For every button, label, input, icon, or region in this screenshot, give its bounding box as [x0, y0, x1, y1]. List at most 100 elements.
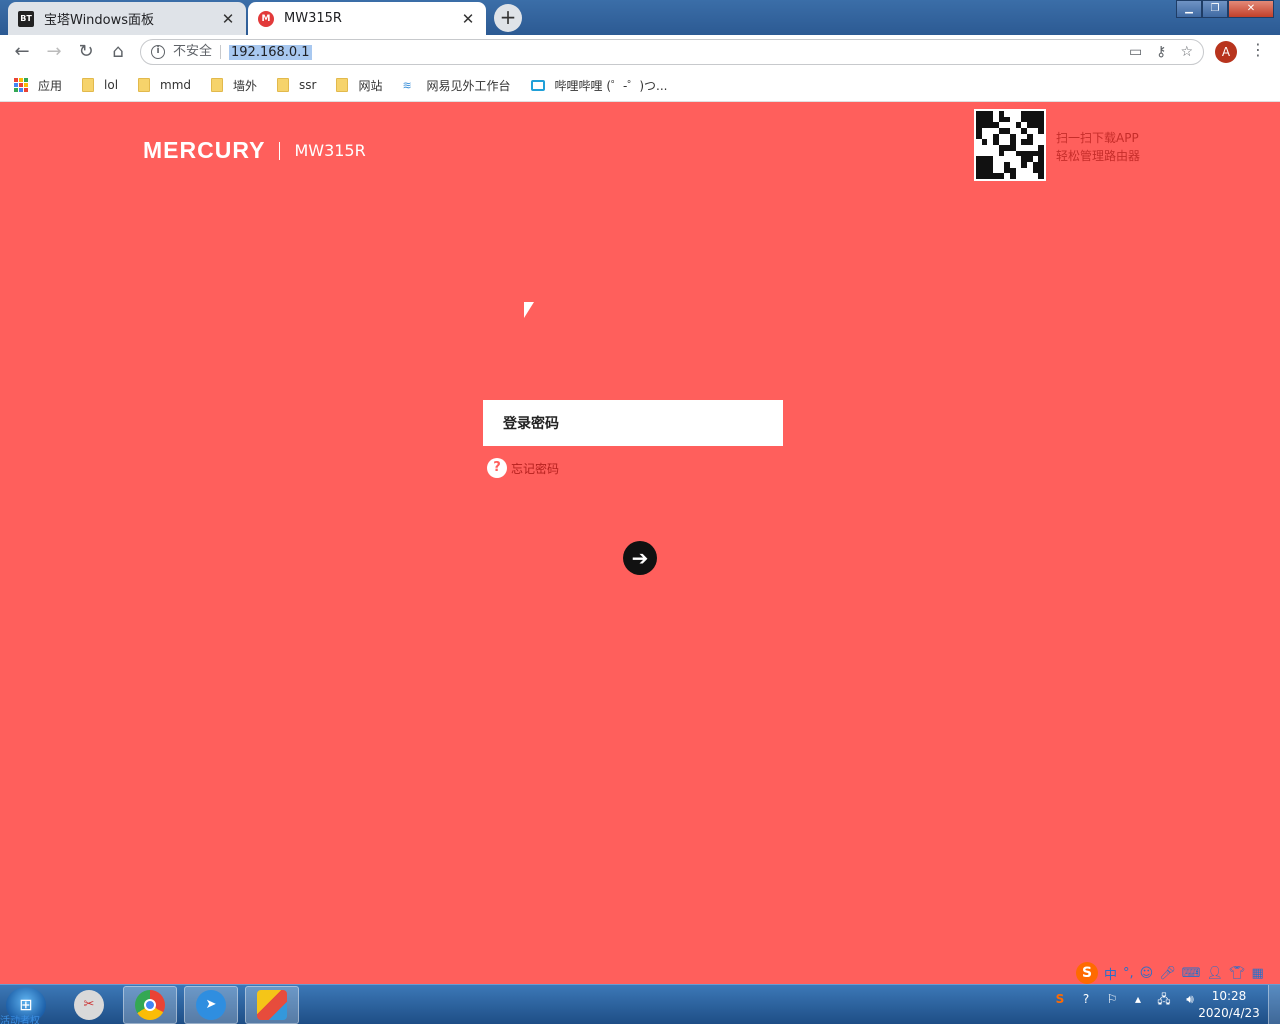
mercury-logo: MERCURY MW315R	[143, 137, 366, 164]
show-desktop-button[interactable]	[1268, 985, 1280, 1024]
bird-icon: ≋	[402, 78, 412, 92]
info-icon[interactable]: i	[151, 45, 165, 59]
chrome-icon	[135, 990, 165, 1020]
plus-icon: +	[499, 5, 517, 29]
cast-icon[interactable]: ▭	[1129, 44, 1142, 60]
user-icon[interactable]: 👤︎	[1207, 966, 1224, 981]
folder-icon	[138, 78, 151, 92]
browser-titlebar: BT 宝塔Windows面板 ✕ M MW315R ✕ + ▁ ❐ ✕	[0, 0, 1280, 35]
browser-toolbar: ← → ↻ ⌂ i 不安全 192.168.0.1 ▭ ⚷ ☆ A ⋮	[0, 35, 1280, 69]
keyboard-icon[interactable]: ⌨	[1182, 966, 1201, 981]
bookmark-label: 网站	[358, 78, 383, 93]
network-icon[interactable]: 🖧︎	[1156, 991, 1172, 1007]
tab-bt-panel[interactable]: BT 宝塔Windows面板 ✕	[8, 2, 246, 35]
bookmark-label: mmd	[160, 78, 192, 92]
tab-title: MW315R	[284, 11, 342, 26]
bt-favicon-icon: BT	[18, 10, 34, 27]
brand-name: MERCURY	[143, 137, 266, 163]
password-placeholder: 登录密码	[503, 416, 559, 432]
arrow-right-icon: ➔	[631, 546, 649, 570]
microphone-icon[interactable]: 🎤︎	[1159, 966, 1176, 981]
bookmark-label: ssr	[299, 78, 317, 92]
bookmark-label: lol	[104, 78, 119, 92]
folder-icon	[82, 78, 95, 92]
ime-toolbar: S 中 °, ☺ 🎤︎ ⌨ 👤︎ 👕︎ ▦	[1076, 962, 1264, 984]
sogou-ime-icon[interactable]: S	[1076, 962, 1098, 984]
taskbar-app-cube[interactable]	[245, 986, 299, 1024]
taskbar-app-feiyu[interactable]: ➤	[184, 986, 238, 1024]
login-button[interactable]: ➔	[623, 541, 657, 575]
folder-icon	[277, 78, 290, 92]
minimize-button[interactable]: ▁	[1176, 0, 1202, 18]
star-icon[interactable]: ☆	[1180, 44, 1193, 60]
qr-caption-line2: 轻松管理路由器	[1056, 149, 1141, 163]
security-label[interactable]: 不安全	[173, 45, 222, 59]
bookmarks-bar: 应用 lol mmd 墙外 ssr 网站 ≋ 网易见外工作台 哔哩哔哩 (゜-゜…	[0, 69, 1280, 102]
taskbar-app-sogou[interactable]: ✂	[62, 986, 116, 1024]
bookmark-bilibili[interactable]: 哔哩哔哩 (゜-゜)つ...	[530, 77, 668, 94]
question-icon: ?	[487, 458, 507, 478]
bookmark-lol[interactable]: lol	[82, 78, 118, 92]
new-tab-button[interactable]: +	[494, 4, 522, 32]
clock-date: 2020/4/23	[1198, 1006, 1260, 1020]
url-text[interactable]: 192.168.0.1	[229, 44, 312, 60]
forgot-password-label: 忘记密码	[511, 461, 560, 476]
restore-button[interactable]: ❐	[1202, 0, 1228, 18]
key-icon[interactable]: ⚷	[1156, 44, 1166, 60]
start-watermark: 活动者权	[0, 1016, 40, 1024]
profile-avatar[interactable]: A	[1215, 41, 1237, 63]
bookmark-label: 墙外	[233, 78, 258, 93]
ime-punct-toggle[interactable]: °,	[1123, 966, 1134, 981]
router-login-page: MERCURY MW315R 扫一扫下载APP 轻松管理路由器 登录密码 ? 忘…	[0, 103, 1280, 984]
window-close-button[interactable]: ✕	[1228, 0, 1274, 18]
qr-code-icon	[974, 109, 1046, 181]
bookmark-label: 应用	[38, 78, 63, 93]
skin-icon[interactable]: 👕︎	[1229, 966, 1246, 981]
tray-flag-icon[interactable]: ⚐	[1104, 991, 1120, 1007]
grid-icon[interactable]: ▦	[1252, 966, 1264, 981]
bilibili-tv-icon	[530, 79, 545, 91]
home-icon[interactable]: ⌂	[106, 40, 130, 64]
password-field[interactable]: 登录密码	[483, 400, 783, 446]
mouse-cursor-icon	[524, 302, 534, 318]
bookmark-qiangwai[interactable]: 墙外	[211, 77, 257, 94]
bookmark-label: 网易见外工作台	[426, 78, 511, 93]
close-icon[interactable]: ✕	[460, 10, 476, 28]
reload-icon[interactable]: ↻	[74, 40, 98, 64]
apps-grid-icon	[14, 78, 28, 92]
tab-mw315r[interactable]: M MW315R ✕	[248, 2, 486, 35]
qr-module	[1038, 173, 1044, 179]
bookmark-wangzhan[interactable]: 网站	[336, 77, 383, 94]
qr-caption-line1: 扫一扫下载APP	[1056, 131, 1139, 145]
sogou-tray-icon[interactable]: S	[1052, 991, 1068, 1007]
mercury-favicon-icon: M	[258, 10, 274, 27]
bookmark-netease[interactable]: ≋ 网易见外工作台	[403, 77, 511, 94]
qr-caption: 扫一扫下载APP 轻松管理路由器	[1056, 129, 1140, 165]
tab-title: 宝塔Windows面板	[44, 13, 155, 28]
menu-icon[interactable]: ⋮	[1250, 40, 1266, 59]
forward-icon[interactable]: →	[42, 40, 66, 64]
close-icon[interactable]: ✕	[220, 10, 236, 28]
ime-mode-toggle[interactable]: 中	[1104, 964, 1117, 983]
folder-icon	[336, 78, 349, 92]
chevron-up-icon[interactable]: ▴	[1130, 991, 1146, 1007]
windows-taskbar: ⊞ 活动者权 ✂ ➤ S ? ⚐ ▴ 🖧︎ 🔊︎ 10:28 2020/4/23	[0, 984, 1280, 1024]
bookmark-ssr[interactable]: ssr	[277, 78, 316, 92]
feiyu-icon: ➤	[196, 990, 226, 1020]
back-icon[interactable]: ←	[10, 40, 34, 64]
sogou-app-icon: ✂	[74, 990, 104, 1020]
help-icon[interactable]: ?	[1078, 991, 1094, 1007]
window-controls: ▁ ❐ ✕	[1176, 0, 1274, 18]
address-bar[interactable]: i 不安全 192.168.0.1 ▭ ⚷ ☆	[140, 39, 1204, 65]
taskbar-clock[interactable]: 10:28 2020/4/23	[1194, 988, 1264, 1022]
cube-app-icon	[257, 990, 287, 1020]
bookmark-mmd[interactable]: mmd	[138, 78, 191, 92]
forgot-password-link[interactable]: ? 忘记密码	[487, 458, 559, 478]
taskbar-app-chrome[interactable]	[123, 986, 177, 1024]
omnibox-actions: ▭ ⚷ ☆	[1129, 44, 1193, 60]
logo-divider	[279, 141, 281, 160]
bookmark-label: 哔哩哔哩 (゜-゜)つ...	[554, 78, 668, 93]
folder-icon	[211, 78, 224, 92]
emoji-icon[interactable]: ☺	[1140, 966, 1154, 981]
bookmark-apps[interactable]: 应用	[14, 77, 62, 94]
